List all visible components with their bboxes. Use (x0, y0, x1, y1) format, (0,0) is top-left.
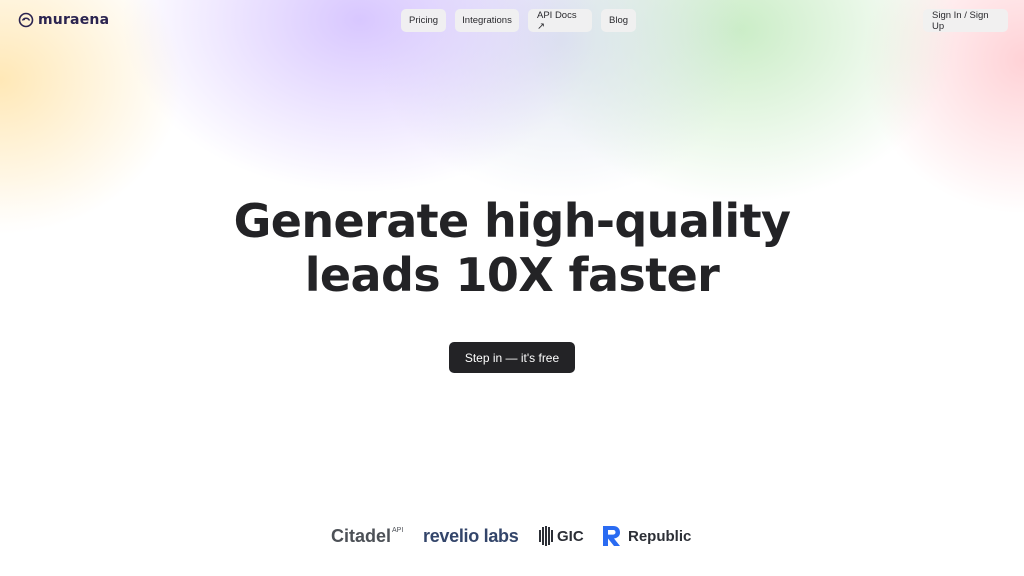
step-in-cta-button[interactable]: Step in — it's free (449, 342, 575, 373)
nav-api-docs-button[interactable]: API Docs ↗ (528, 9, 592, 32)
citadel-logo: Citadel API (331, 520, 403, 552)
revelio-labs-logo-text: revelio labs (423, 525, 519, 546)
customer-logos: Citadel API revelio labs GIC Republic (0, 520, 1024, 552)
hero-title: Generate high-quality leads 10X faster (0, 194, 1024, 302)
citadel-logo-text: Citadel (331, 525, 392, 546)
sign-in-button[interactable]: Sign In / Sign Up (923, 9, 1008, 32)
hero-title-line-2: leads 10X faster (304, 248, 720, 302)
republic-emblem-icon (603, 526, 620, 546)
nav-integrations-button[interactable]: Integrations (455, 9, 519, 32)
muraena-logo[interactable]: muraena (18, 10, 109, 30)
nav-blog-button[interactable]: Blog (601, 9, 636, 32)
nav-pricing-button[interactable]: Pricing (401, 9, 446, 32)
gic-emblem-icon (539, 526, 553, 546)
revelio-labs-logo: revelio labs (423, 520, 519, 552)
logo-text: muraena (38, 12, 110, 28)
republic-logo-text: Republic (628, 527, 692, 545)
gic-logo-text: GIC (557, 527, 584, 545)
muraena-logo-icon (18, 12, 34, 28)
citadel-logo-sup: API (392, 526, 404, 534)
hero-title-line-1: Generate high-quality (233, 194, 791, 248)
republic-logo: Republic (602, 520, 691, 552)
hero-gradient-background (0, 0, 1024, 380)
gic-logo: GIC (539, 520, 584, 552)
top-navigation: muraena Pricing Integrations API Docs ↗ … (0, 0, 1024, 40)
